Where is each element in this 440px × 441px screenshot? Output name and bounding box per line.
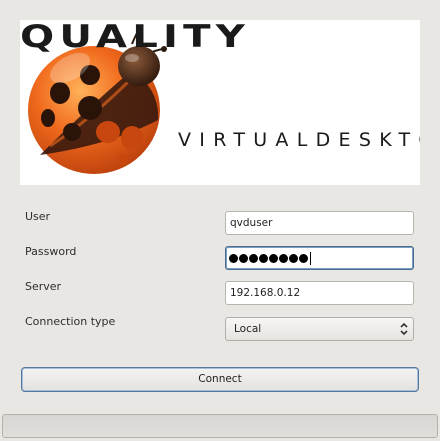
connection-type-select[interactable]: Local: [225, 317, 414, 341]
password-dot: [229, 253, 238, 263]
password-dot: [239, 253, 248, 263]
client-window: QUALITY VIRTUALDESKTOP User Password Ser…: [0, 0, 440, 441]
password-dot: [279, 253, 288, 263]
connect-button[interactable]: Connect: [21, 367, 419, 392]
password-dot: [269, 253, 278, 263]
logo-banner: QUALITY VIRTUALDESKTOP: [20, 20, 420, 185]
brand-wordmark: QUALITY: [20, 20, 250, 52]
password-dot: [299, 253, 308, 263]
password-dot: [259, 253, 268, 263]
password-dot: [289, 253, 298, 263]
password-input[interactable]: [225, 246, 414, 270]
server-input[interactable]: [225, 281, 414, 305]
connection-progress-bar: [2, 414, 438, 438]
connection-type-value: Local: [234, 323, 262, 335]
user-label: User: [25, 210, 51, 223]
brand-wordmark-text: QUALITY: [20, 20, 250, 52]
password-dot: [249, 253, 258, 263]
connection-type-label: Connection type: [25, 315, 116, 328]
text-caret: [310, 251, 311, 265]
updown-arrows-icon: [400, 322, 408, 336]
server-label: Server: [25, 280, 62, 293]
brand-subtitle: VIRTUALDESKTOP: [178, 129, 420, 151]
user-input[interactable]: [225, 211, 414, 235]
password-mask: [229, 251, 311, 265]
password-label: Password: [25, 245, 77, 258]
